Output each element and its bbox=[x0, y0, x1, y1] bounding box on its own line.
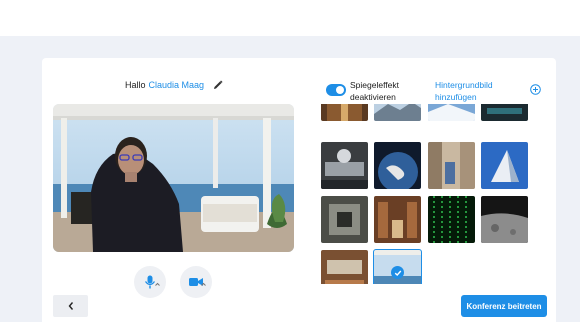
bg-hall-warm[interactable] bbox=[321, 104, 368, 121]
check-icon bbox=[391, 266, 404, 279]
bg-space-station[interactable] bbox=[321, 196, 368, 243]
back-button[interactable] bbox=[53, 295, 88, 317]
mirror-toggle[interactable] bbox=[326, 84, 346, 96]
user-name: Claudia Maag bbox=[148, 80, 205, 90]
bg-lounge-interior[interactable] bbox=[321, 250, 368, 284]
bg-earth-from-space[interactable] bbox=[374, 142, 421, 189]
microphone-button[interactable] bbox=[134, 266, 166, 298]
greeting-prefix: Hallo bbox=[125, 80, 146, 90]
mirror-label: Spiegeleffekt deaktivieren bbox=[350, 80, 399, 102]
top-bar bbox=[0, 0, 580, 36]
bg-matrix-code[interactable] bbox=[428, 196, 475, 243]
chevron-left-icon bbox=[68, 302, 73, 310]
bg-sea-terrace[interactable] bbox=[373, 249, 422, 284]
pencil-icon[interactable] bbox=[213, 80, 223, 90]
add-background-link[interactable]: Hintergrundbild hinzufügen bbox=[435, 79, 515, 103]
background-gallery bbox=[321, 104, 533, 284]
chevron-up-icon[interactable] bbox=[201, 282, 206, 287]
greeting: Hallo Claudia Maag bbox=[125, 80, 223, 90]
video-preview bbox=[53, 104, 294, 252]
toggle-knob bbox=[336, 86, 344, 94]
bg-snow-mountains[interactable] bbox=[374, 104, 421, 121]
bg-dark-room[interactable] bbox=[481, 104, 528, 121]
bg-glacier[interactable] bbox=[428, 104, 475, 121]
camera-button[interactable] bbox=[180, 266, 212, 298]
bg-moon-surface[interactable] bbox=[481, 196, 528, 243]
chevron-up-icon[interactable] bbox=[155, 282, 160, 287]
plus-circle-icon[interactable] bbox=[530, 84, 541, 95]
bg-matterhorn[interactable] bbox=[481, 142, 528, 189]
bg-library[interactable] bbox=[374, 196, 421, 243]
bg-spaceship-interior[interactable] bbox=[321, 142, 368, 189]
join-conference-button[interactable]: Konferenz beitreten bbox=[461, 295, 547, 317]
bg-city-street[interactable] bbox=[428, 142, 475, 189]
